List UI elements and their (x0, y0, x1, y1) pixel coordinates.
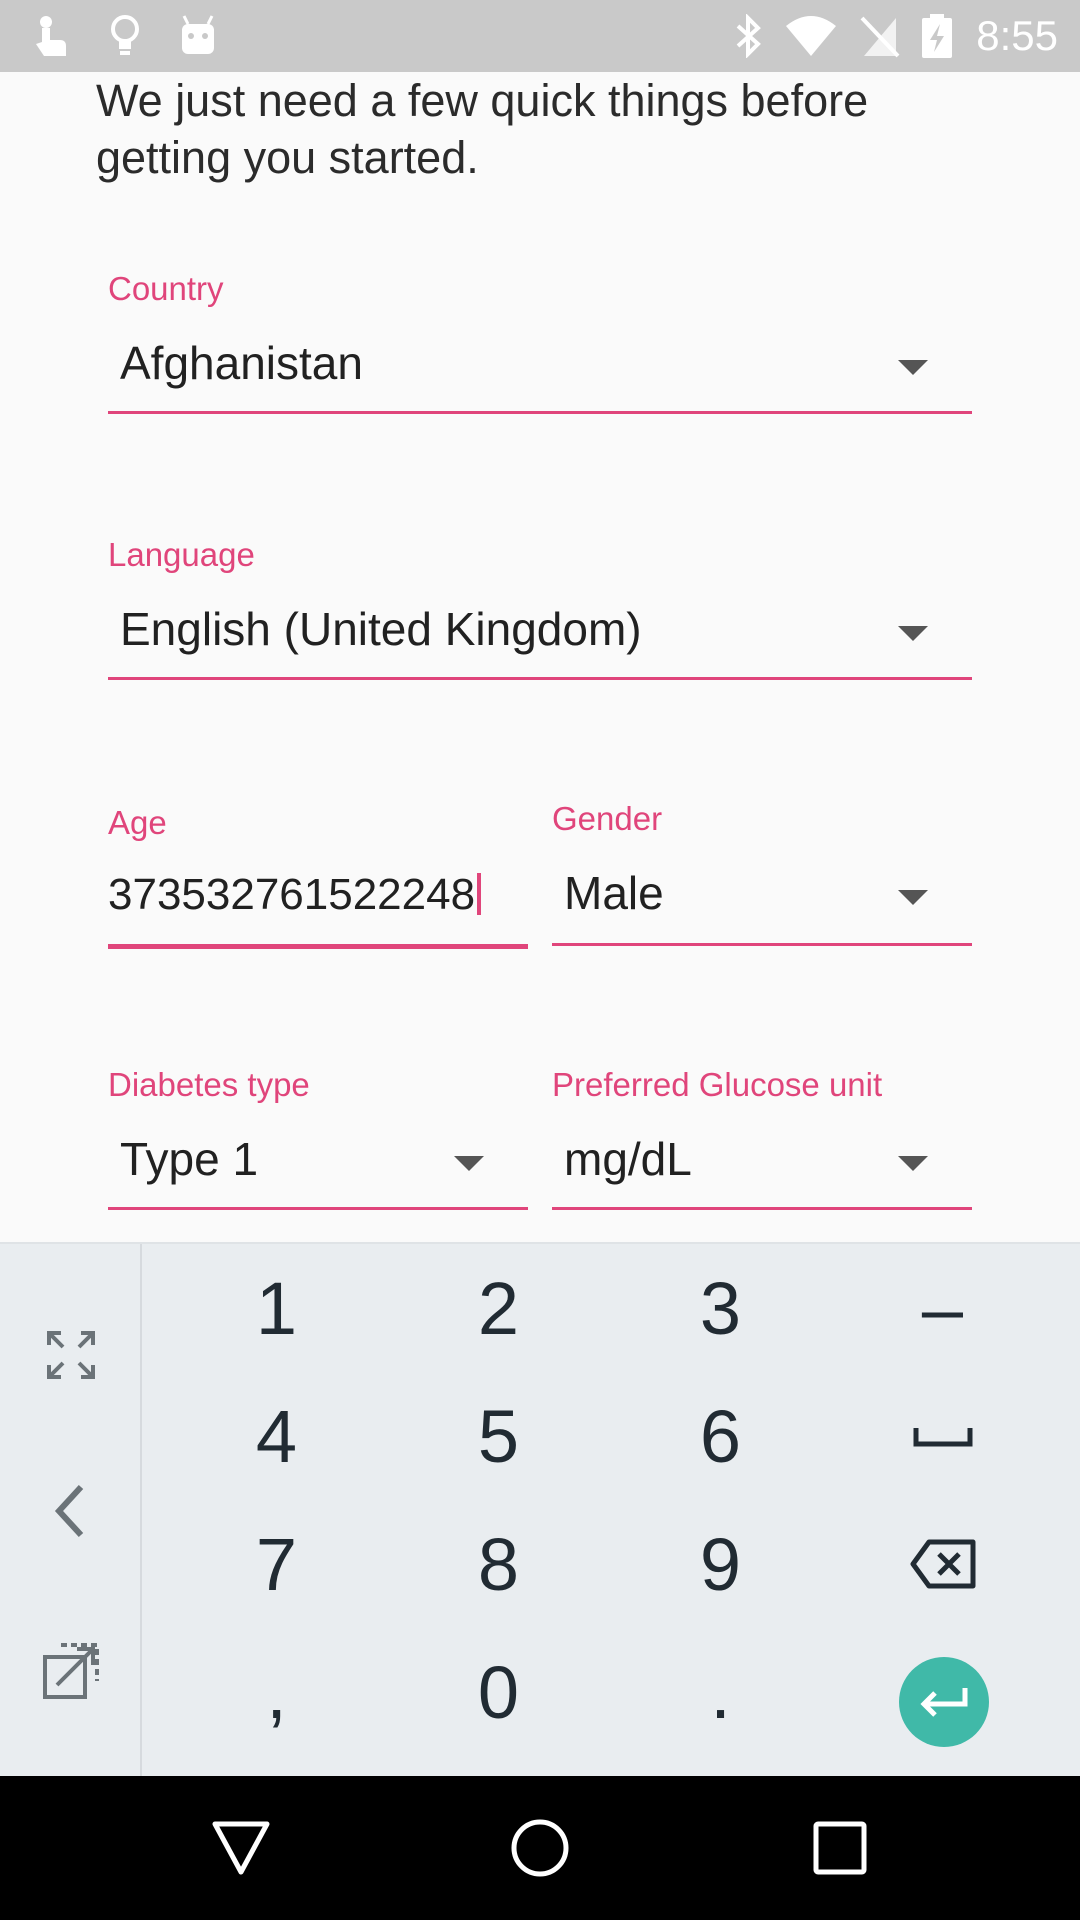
no-sim-icon (860, 16, 900, 58)
key-0[interactable]: 0 (388, 1628, 609, 1756)
wifi-icon (786, 16, 836, 56)
nav-home-button[interactable] (495, 1806, 585, 1890)
space-icon (913, 1428, 972, 1447)
chevron-left-icon (54, 1484, 84, 1538)
intro-text: We just need a few quick things before g… (96, 75, 869, 183)
country-dropdown[interactable]: Afghanistan (108, 320, 972, 414)
nav-recents-button[interactable] (795, 1806, 885, 1890)
enter-key[interactable] (899, 1657, 989, 1747)
dropdown-arrow-icon (898, 890, 928, 905)
country-label: Country (108, 270, 224, 307)
circle-home-icon (511, 1819, 569, 1877)
key-7[interactable]: 7 (166, 1500, 387, 1628)
lightbulb-icon (111, 15, 139, 55)
fullscreen-icon (47, 1331, 95, 1379)
key-minus[interactable]: – (832, 1244, 1053, 1372)
language-dropdown[interactable]: English (United Kingdom) (108, 586, 972, 680)
language-value: English (United Kingdom) (120, 603, 642, 655)
open-external-icon (43, 1643, 99, 1699)
key-5[interactable]: 5 (388, 1372, 609, 1500)
key-9[interactable]: 9 (610, 1500, 831, 1628)
enter-icon (920, 1688, 968, 1717)
diabetes-type-value: Type 1 (120, 1133, 259, 1185)
diabetes-type-label: Diabetes type (108, 1066, 310, 1103)
glucose-unit-value: mg/dL (564, 1133, 692, 1185)
dropdown-arrow-icon (454, 1156, 484, 1171)
key-3[interactable]: 3 (610, 1244, 831, 1372)
onboarding-form: We just need a few quick things before g… (0, 72, 1080, 1242)
key-6[interactable]: 6 (610, 1372, 831, 1500)
nav-back-button[interactable] (196, 1806, 286, 1890)
triangle-back-icon (212, 1821, 270, 1875)
key-1[interactable]: 1 (166, 1244, 387, 1372)
gender-value: Male (564, 867, 664, 919)
age-label: Age (108, 804, 167, 841)
status-bar: 8:55 (0, 0, 1080, 72)
dropdown-arrow-icon (898, 626, 928, 641)
key-2[interactable]: 2 (388, 1244, 609, 1372)
status-time: 8:55 (976, 12, 1058, 59)
dropdown-arrow-icon (898, 1156, 928, 1171)
glucose-unit-dropdown[interactable]: mg/dL (552, 1116, 972, 1210)
keyboard-side-panel (0, 1244, 142, 1778)
key-space[interactable] (832, 1372, 1053, 1500)
age-input[interactable]: 373532761522248 (108, 852, 528, 949)
navigation-bar (0, 1776, 1080, 1920)
numeric-keyboard: 1 2 3 – 4 5 6 7 8 9 , 0 . (0, 1242, 1080, 1778)
square-recents-icon (813, 1821, 867, 1875)
battery-charging-icon (922, 14, 952, 58)
open-external-key[interactable] (0, 1606, 142, 1736)
touch-app-icon (36, 16, 66, 56)
key-backspace[interactable] (832, 1500, 1053, 1628)
back-key[interactable] (0, 1446, 142, 1576)
gender-dropdown[interactable]: Male (552, 850, 972, 946)
age-value: 373532761522248 (108, 870, 476, 919)
gender-label: Gender (552, 800, 663, 837)
backspace-icon (910, 1539, 975, 1589)
glucose-unit-label: Preferred Glucose unit (552, 1066, 883, 1103)
key-4[interactable]: 4 (166, 1372, 387, 1500)
diabetes-type-dropdown[interactable]: Type 1 (108, 1116, 528, 1210)
language-label: Language (108, 536, 255, 573)
dropdown-arrow-icon (898, 360, 928, 375)
text-cursor (477, 873, 482, 915)
country-value: Afghanistan (120, 337, 363, 389)
key-comma[interactable]: , (166, 1628, 387, 1756)
key-period[interactable]: . (610, 1628, 831, 1756)
bluetooth-icon (736, 14, 761, 58)
fullscreen-key[interactable] (0, 1290, 142, 1420)
key-8[interactable]: 8 (388, 1500, 609, 1628)
android-icon (182, 15, 214, 54)
